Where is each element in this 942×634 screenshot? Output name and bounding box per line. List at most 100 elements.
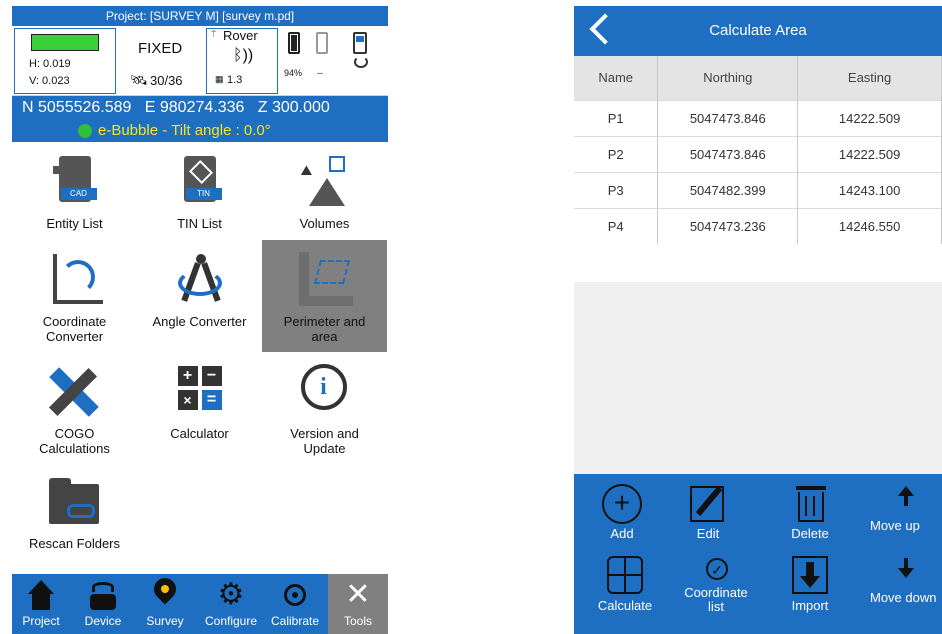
nav-configure[interactable]: ⚙ Configure bbox=[198, 574, 264, 634]
arrow-up-icon bbox=[884, 484, 928, 516]
tile-angle-converter[interactable]: Angle Converter bbox=[137, 240, 262, 352]
battery-1-value: 94% bbox=[284, 68, 303, 78]
cad-file-icon: CAD bbox=[45, 152, 105, 212]
info-icon: i bbox=[295, 362, 355, 422]
e-bubble-label: e-Bubble - Tilt angle : 0.0° bbox=[98, 122, 271, 139]
cell-name: P2 bbox=[574, 135, 659, 172]
cell-northing: 5047482.399 bbox=[657, 171, 799, 208]
nav-label: Calibrate bbox=[270, 614, 320, 628]
nav-survey[interactable]: Survey bbox=[136, 573, 194, 634]
tile-volumes[interactable]: ⛰ Volumes bbox=[262, 142, 387, 240]
bottom-nav: Project Device Survey ⚙ Configure Calibr… bbox=[12, 573, 388, 634]
import-label: Import bbox=[791, 598, 829, 613]
bluetooth-icon: ᛒ)) bbox=[233, 47, 254, 64]
angle-converter-icon bbox=[170, 250, 230, 310]
tile-rescan-folders[interactable]: Rescan Folders bbox=[12, 462, 137, 562]
position-readout: N 5055526.589 E 980274.336 Z 300.000 bbox=[12, 96, 388, 120]
main-tools-screen: Project: [SURVEY M] [survey m.pd] H: 0.0… bbox=[12, 6, 388, 634]
antenna-icon: ⍑ bbox=[211, 29, 217, 39]
calculate-label: Calculate bbox=[597, 598, 653, 613]
gear-icon: ⚙ bbox=[217, 578, 245, 611]
coordinate-converter-icon bbox=[45, 250, 105, 310]
move-up-button[interactable]: Move up bbox=[870, 484, 942, 533]
bubble-status-dot bbox=[78, 124, 92, 138]
move-down-button[interactable]: Move down bbox=[870, 556, 942, 605]
table-row[interactable]: P1 5047473.846 14222.509 bbox=[574, 99, 942, 136]
tile-label: Entity List bbox=[46, 216, 103, 231]
project-title-bar: Project: [SURVEY M] [survey m.pd] bbox=[12, 6, 388, 26]
action-toolbar: + Add Edit Delete Move up Calculate ✓ Co… bbox=[574, 474, 942, 634]
home-icon bbox=[24, 578, 58, 612]
calculate-area-screen: Calculate Area Name Northing Easting P1 … bbox=[574, 6, 942, 634]
tile-label: Perimeter and area bbox=[283, 314, 366, 344]
cell-northing: 5047473.846 bbox=[657, 135, 799, 172]
column-header[interactable]: Easting bbox=[797, 56, 942, 100]
tile-label: Angle Converter bbox=[152, 314, 247, 329]
rover-box[interactable]: ⍑ Rover ᛒ)) ▦ 1.3 bbox=[206, 28, 278, 94]
tile-version-update[interactable]: i Version and Update bbox=[262, 352, 387, 462]
cell-northing: 5047473.236 bbox=[657, 207, 799, 244]
add-button[interactable]: + Add bbox=[594, 484, 650, 541]
table-row[interactable]: P2 5047473.846 14222.509 bbox=[574, 135, 942, 172]
tile-coordinate-converter[interactable]: Coordinate Converter bbox=[12, 240, 137, 352]
nav-calibrate[interactable]: Calibrate bbox=[266, 574, 324, 634]
tile-label: Rescan Folders bbox=[28, 536, 121, 551]
cell-name: P3 bbox=[574, 171, 659, 208]
calculator-icon: + − × = bbox=[170, 362, 230, 422]
nav-device[interactable]: Device bbox=[74, 574, 132, 634]
tile-label: COGO Calculations bbox=[39, 426, 110, 456]
nav-tools[interactable]: ✕ Tools bbox=[328, 574, 388, 634]
edit-label: Edit bbox=[696, 526, 720, 541]
tile-label: TIN List bbox=[177, 216, 222, 231]
tile-label: Volumes bbox=[299, 216, 350, 231]
tile-label: Version and Update bbox=[290, 426, 359, 456]
battery-1-icon bbox=[288, 32, 300, 54]
check-circle-icon: ✓ bbox=[694, 556, 738, 584]
tile-cogo[interactable]: COGO Calculations bbox=[12, 352, 137, 462]
cell-easting: 14243.100 bbox=[797, 171, 942, 208]
import-button[interactable]: Import bbox=[782, 556, 838, 613]
tile-entity-list[interactable]: CAD Entity List bbox=[12, 142, 137, 240]
h-precision: H: 0.019 bbox=[29, 58, 71, 70]
cell-easting: 14222.509 bbox=[797, 135, 942, 172]
volumes-icon: ⛰ bbox=[295, 152, 355, 212]
tile-perimeter-area[interactable]: Perimeter and area bbox=[262, 240, 387, 352]
edit-button[interactable]: Edit bbox=[680, 484, 736, 541]
tile-calculator[interactable]: + − × = Calculator bbox=[137, 352, 262, 462]
nav-label: Survey bbox=[146, 614, 184, 628]
calculate-button[interactable]: Calculate bbox=[590, 556, 660, 613]
coordinate-list-label: Coordinate list bbox=[684, 585, 748, 614]
satellite-icon: 🛰 bbox=[130, 72, 148, 88]
table-row[interactable]: P4 5047473.236 14246.550 bbox=[574, 207, 942, 244]
fix-quality-indicator bbox=[31, 34, 99, 51]
delete-button[interactable]: Delete bbox=[782, 484, 838, 541]
device-sync-icon[interactable] bbox=[350, 32, 372, 72]
table-header-row: Name Northing Easting bbox=[574, 56, 942, 100]
nav-project[interactable]: Project bbox=[12, 574, 70, 634]
cell-name: P4 bbox=[574, 207, 659, 244]
calculator-icon bbox=[603, 556, 647, 596]
column-header[interactable]: Northing bbox=[657, 56, 799, 100]
move-up-label: Move up bbox=[870, 518, 920, 533]
status-row: H: 0.019 V: 0.023 FIXED 🛰 30/36 ⍑ Rover … bbox=[12, 26, 388, 96]
cell-name: P1 bbox=[574, 99, 659, 136]
trash-icon bbox=[788, 484, 832, 524]
delete-label: Delete bbox=[791, 526, 829, 541]
cell-northing: 5047473.846 bbox=[657, 99, 799, 136]
pdop-icon: ▦ bbox=[215, 74, 224, 84]
tools-icon: ✕ bbox=[345, 578, 371, 611]
e-bubble-bar[interactable]: e-Bubble - Tilt angle : 0.0° bbox=[12, 120, 388, 142]
nav-label: Project bbox=[22, 614, 60, 628]
nav-label: Tools bbox=[343, 614, 372, 628]
tile-label: Coordinate Converter bbox=[42, 314, 107, 344]
column-header[interactable]: Name bbox=[574, 56, 659, 100]
cell-easting: 14222.509 bbox=[797, 99, 942, 136]
add-label: Add bbox=[610, 526, 634, 541]
location-pin-icon bbox=[148, 573, 182, 612]
tile-tin-list[interactable]: TIN TIN List bbox=[137, 142, 262, 240]
coordinate-list-button[interactable]: ✓ Coordinate list bbox=[674, 556, 758, 614]
table-row[interactable]: P3 5047482.399 14243.100 bbox=[574, 171, 942, 208]
tile-label: Calculator bbox=[170, 426, 229, 441]
accuracy-box[interactable]: H: 0.019 V: 0.023 bbox=[14, 28, 116, 94]
satellite-count: 30/36 bbox=[150, 73, 183, 88]
